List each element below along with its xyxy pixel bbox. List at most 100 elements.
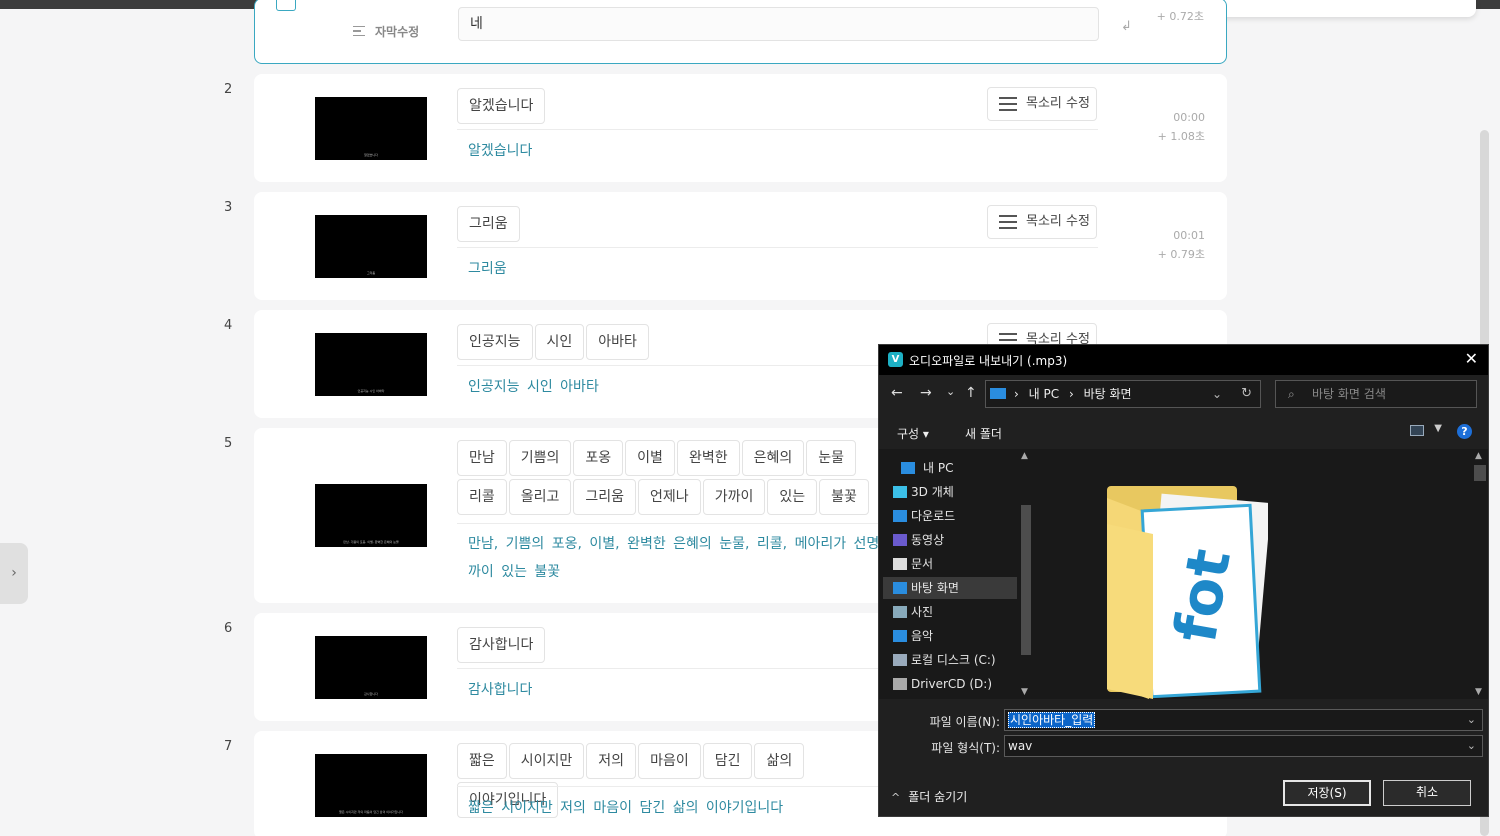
tree-item[interactable]: 로컬 디스크 (C:) [883,649,1017,671]
subtitle-text[interactable]: 인공지능 시인 아바타 [468,373,888,401]
recent-locations-icon[interactable]: ⌄ [946,385,955,398]
scroll-thumb[interactable] [1021,505,1031,655]
close-icon[interactable]: ✕ [1465,349,1478,368]
word-chip[interactable]: 포옹 [573,440,624,476]
pc-icon [990,388,1006,399]
folder-icon[interactable]: fot [1103,484,1268,699]
tree-item[interactable]: 3D 개체 [883,481,1017,503]
word-chip[interactable]: 마음이 [638,743,701,779]
up-icon[interactable]: ↑ [965,385,977,401]
new-folder-button[interactable]: 새 폴더 [965,425,1002,442]
word-chips: 인공지능 시인 아바타 [457,324,887,363]
word-chips: 그리움 [457,206,887,245]
scroll-down-icon[interactable]: ▼ [1021,687,1028,697]
filetype-select[interactable]: wav ⌄ [1004,735,1483,757]
word-chip[interactable]: 완벽한 [676,440,740,476]
video-thumbnail[interactable]: 알겠습니다 [315,97,427,160]
word-chip[interactable]: 아바타 [586,324,649,360]
subtitle-text[interactable]: 알겠습니다 [468,137,888,165]
scroll-up-icon[interactable]: ▲ [1475,451,1482,461]
filename-input[interactable]: 시인아바타_입력 ⌄ [1004,709,1483,731]
chevron-down-icon[interactable]: ▼ [1434,423,1442,434]
search-input[interactable]: ⌕ 바탕 화면 검색 [1275,380,1477,408]
word-chip[interactable]: 담긴 [702,743,753,779]
address-folder[interactable]: 바탕 화면 [1084,387,1132,401]
cancel-button[interactable]: 취소 [1383,780,1471,806]
address-pc[interactable]: 내 PC [1029,387,1059,401]
edit-voice-button[interactable]: 목소리 수정 [987,87,1097,121]
forward-icon[interactable]: → [920,385,932,401]
chevron-down-icon[interactable]: ⌄ [1467,710,1476,730]
word-chip[interactable]: 그리움 [457,206,520,242]
row-number: 5 [224,436,233,451]
video-thumbnail[interactable]: 짧은 시이지만 저의 마음이 담긴 삶의 이야기입니다 [315,754,427,817]
scroll-up-icon[interactable]: ▲ [1021,451,1028,461]
word-chip[interactable]: 그리움 [573,479,637,515]
chevron-down-icon[interactable]: ⌄ [1467,736,1476,756]
side-panel-toggle[interactable]: › [0,543,28,604]
subtitle-text[interactable]: 감사합니다 [468,676,888,704]
subtitle-text[interactable]: 짧은 시이지만 저의 마음이 담긴 삶의 이야기입니다 [468,794,888,822]
view-options-icon[interactable] [1410,425,1424,436]
word-chip[interactable]: 불꽃 [819,479,869,515]
word-chip[interactable]: 가까이 [702,479,766,515]
navigation-tree: 내 PC 3D 개체 다운로드 동영상 문서 바탕 화면 사진 음악 로컬 디스크 (C:) Dr… [879,449,1037,699]
word-chip[interactable]: 만남 [457,440,507,476]
back-icon[interactable]: ← [891,385,903,401]
start-time: 00:01 [1173,229,1205,242]
content-scrollbar[interactable]: ▲ ▼ [1471,449,1488,699]
word-chip[interactable]: 감사합니다 [457,627,546,663]
word-chip[interactable]: 알겠습니다 [457,88,546,124]
help-icon[interactable]: ? [1457,424,1472,439]
word-chip[interactable]: 시이지만 [508,743,585,779]
word-chip[interactable]: 은혜의 [741,440,805,476]
save-button[interactable]: 저장(S) [1283,780,1371,806]
word-chip[interactable]: 저의 [586,743,637,779]
hide-folders-toggle[interactable]: ^ 폴더 숨기기 [891,788,967,805]
word-chip[interactable]: 눈물 [806,440,856,476]
row-checkbox[interactable] [276,0,296,11]
tree-scrollbar[interactable]: ▲ ▼ [1018,449,1034,699]
word-chip[interactable]: 언제나 [638,479,701,515]
subtitle-card-3[interactable]: 그리움 그리움 그리움 목소리 수정 00:01 + 0.79초 [254,192,1227,300]
word-chip[interactable]: 이별 [625,440,675,476]
tree-item[interactable]: 내 PC [879,457,1013,479]
tree-item[interactable]: DriverCD (D:) [883,673,1017,695]
address-bar[interactable]: › 내 PC › 바탕 화면 ⌄ ↻ [985,380,1261,408]
video-thumbnail[interactable]: 인공지능 시인 아바타 [315,333,427,396]
row-number: 3 [224,200,233,215]
tree-item[interactable]: 바탕 화면 [883,577,1017,599]
word-chip[interactable]: 있는 [767,479,818,515]
word-chip[interactable]: 리콜 [457,479,507,515]
filetype-label: 파일 형식(T): [931,741,1000,755]
word-chip[interactable]: 짧은 [457,743,507,779]
chevron-down-icon[interactable]: ⌄ [1212,381,1222,407]
word-chip[interactable]: 올리고 [508,479,572,515]
refresh-icon[interactable]: ↻ [1241,381,1252,407]
word-chip[interactable]: 삶의 [754,743,805,779]
scroll-down-icon[interactable]: ▼ [1475,687,1482,697]
organize-menu[interactable]: 구성 ▾ [897,425,929,442]
video-thumbnail[interactable]: 그리움 [315,215,427,278]
word-chip[interactable]: 시인 [534,324,585,360]
subtitle-card-2[interactable]: 알겠습니다 알겠습니다 알겠습니다 목소리 수정 00:00 + 1.08초 [254,74,1227,182]
duration-delta: + 0.79초 [1157,248,1205,261]
edit-voice-button[interactable]: 목소리 수정 [987,205,1097,239]
word-chip[interactable]: 인공지능 [457,324,533,360]
subtitle-card-1[interactable]: 자막수정 네 + 0.72초 ↲ [254,0,1227,64]
subtitle-text[interactable]: 만남, 기쁨의 포옹, 이별, 완벽한 은혜의 눈물, 리콜, 메아리가 선명 … [468,530,888,586]
tree-item[interactable]: 동영상 [883,529,1017,551]
download-icon [893,510,907,522]
subtitle-edit-input[interactable]: 네 [458,7,1099,41]
word-chip[interactable]: 기쁨의 [508,440,572,476]
video-thumbnail[interactable]: 감사합니다 [315,636,427,699]
video-thumbnail[interactable]: 만남, 기쁨의 포옹, 이별, 완벽한 은혜의 눈물 [315,484,427,547]
start-time: 00:00 [1173,111,1205,124]
time-delta: + 0.72초 [1156,10,1204,23]
tree-item[interactable]: 문서 [883,553,1017,575]
tree-item[interactable]: 음악 [883,625,1017,647]
tree-item[interactable]: 사진 [883,601,1017,623]
tree-item[interactable]: 다운로드 [883,505,1017,527]
subtitle-text[interactable]: 그리움 [468,255,888,283]
scroll-thumb[interactable] [1474,465,1486,481]
